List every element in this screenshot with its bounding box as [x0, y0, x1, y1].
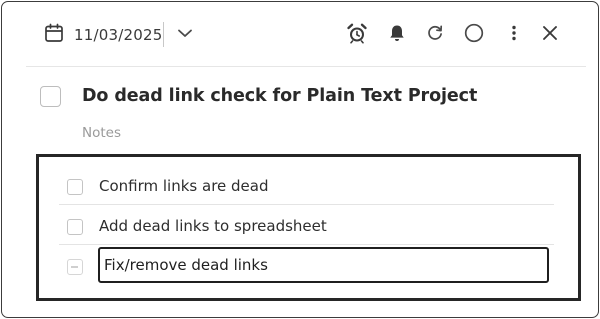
- task-detail-panel: 11/03/2025 Do dead link check for Plain …: [1, 1, 599, 318]
- subtask-checkbox[interactable]: [67, 219, 83, 235]
- subtask-checkbox[interactable]: [67, 179, 83, 195]
- subtask-item: Add dead links to spreadsheet: [39, 207, 578, 247]
- circle-icon: [463, 22, 485, 48]
- due-date-text: 11/03/2025: [74, 26, 163, 44]
- subtask-item: Confirm links are dead: [39, 167, 578, 207]
- date-options-button[interactable]: [173, 23, 197, 47]
- subtask-list: Confirm links are dead Add dead links to…: [36, 154, 581, 301]
- notes-field[interactable]: Notes: [82, 125, 121, 141]
- subtask-checkbox[interactable]: [67, 259, 83, 275]
- more-vertical-icon: [504, 23, 524, 47]
- close-button[interactable]: [538, 23, 562, 47]
- due-date-button[interactable]: 11/03/2025: [40, 21, 166, 49]
- subtask-divider: [59, 244, 554, 245]
- close-icon: [540, 23, 560, 47]
- subtask-label[interactable]: Add dead links to spreadsheet: [99, 217, 327, 235]
- status-button[interactable]: [462, 23, 486, 47]
- alarm-clock-icon: [346, 22, 368, 48]
- toolbar-divider-line: [26, 66, 586, 67]
- reminder-button[interactable]: [345, 23, 369, 47]
- toolbar-divider: [163, 22, 164, 47]
- subtask-label[interactable]: Confirm links are dead: [99, 177, 269, 195]
- repeat-icon: [425, 23, 445, 47]
- more-options-button[interactable]: [502, 23, 526, 47]
- toolbar: 11/03/2025: [2, 2, 598, 66]
- bell-icon: [387, 23, 407, 47]
- task-title[interactable]: Do dead link check for Plain Text Projec…: [82, 86, 477, 106]
- task-complete-checkbox[interactable]: [40, 86, 61, 107]
- notification-button[interactable]: [385, 23, 409, 47]
- subtask-divider: [59, 204, 554, 205]
- repeat-button[interactable]: [423, 23, 447, 47]
- chevron-down-icon: [176, 24, 194, 46]
- subtask-edit-input[interactable]: [98, 247, 549, 283]
- calendar-icon: [44, 23, 64, 47]
